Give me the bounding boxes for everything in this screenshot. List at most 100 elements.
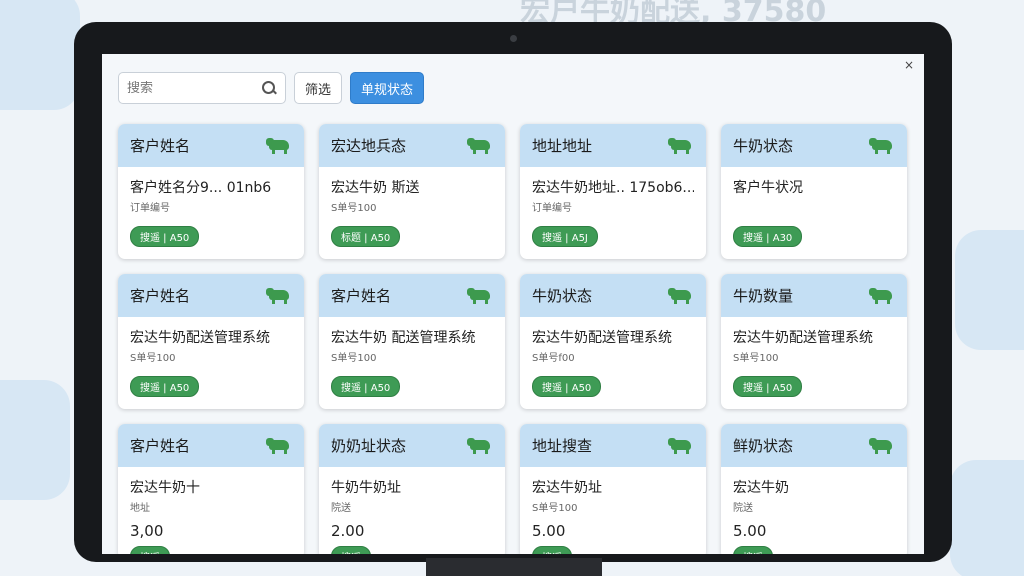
card-body: 客户姓名分9... 01nb6 订单编号 — [118, 167, 304, 214]
card-main-text: 宏达牛奶配送管理系统 — [130, 330, 270, 346]
background-cow-logo — [0, 0, 80, 110]
card-header: 奶奶址状态 — [319, 424, 505, 467]
card-header: 牛奶状态 — [520, 274, 706, 317]
card-body: 宏达牛奶 斯送 S单号100 — [319, 167, 505, 214]
order-card[interactable]: 客户姓名 客户姓名分9... 01nb6 订单编号 搜遥 | A50 — [118, 124, 304, 259]
status-badge[interactable]: 搜遥 | A50 — [130, 376, 200, 397]
status-badge[interactable]: 标题 | A50 — [331, 226, 401, 247]
toolbar: 筛选 单规状态 — [118, 72, 425, 104]
card-sub-text: S单号100 — [130, 353, 176, 364]
card-main-text: 宏达牛奶配送管理系统 — [733, 330, 873, 346]
cow-icon — [266, 437, 292, 454]
card-body: 牛奶牛奶址 院送 2.00 — [319, 467, 505, 540]
card-title: 客户姓名 — [130, 137, 191, 155]
card-header: 鲜奶状态 — [721, 424, 907, 467]
card-body: 宏达牛奶配送管理系统 S单号100 — [118, 317, 304, 364]
card-main-text: 客户牛状况 — [733, 180, 803, 196]
order-card[interactable]: 鲜奶状态 宏达牛奶 院送 5.00 搜遥 — [721, 424, 907, 554]
order-card[interactable]: 牛奶数量 宏达牛奶配送管理系统 S单号100 搜遥 | A50 — [721, 274, 907, 409]
status-badge[interactable]: 搜遥 — [733, 546, 773, 554]
card-main-text: 宏达牛奶址 — [532, 480, 602, 496]
card-title: 地址搜查 — [532, 437, 593, 455]
cow-icon — [668, 137, 694, 154]
background-cow-logo — [950, 460, 1024, 576]
card-value: 5.00 — [733, 522, 767, 540]
order-card[interactable]: 客户姓名 宏达牛奶配送管理系统 S单号100 搜遥 | A50 — [118, 274, 304, 409]
status-badge[interactable]: 搜遥 | A50 — [331, 376, 401, 397]
card-main-text: 宏达牛奶 斯送 — [331, 180, 420, 196]
cow-icon — [266, 137, 292, 154]
status-badge[interactable]: 搜遥 | A50 — [532, 376, 602, 397]
cow-icon — [668, 437, 694, 454]
background-cow-logo — [955, 230, 1024, 350]
card-title: 牛奶数量 — [733, 287, 794, 305]
card-title: 客户姓名 — [130, 437, 191, 455]
card-header: 客户姓名 — [118, 424, 304, 467]
order-card[interactable]: 宏达地兵态 宏达牛奶 斯送 S单号100 标题 | A50 — [319, 124, 505, 259]
status-badge[interactable]: 搜遥 | A50 — [733, 376, 803, 397]
card-sub-text: 订单编号 — [532, 203, 572, 214]
order-card[interactable]: 地址搜查 宏达牛奶址 S单号100 5.00 搜遥 — [520, 424, 706, 554]
card-value: 5.00 — [532, 522, 566, 540]
card-sub-text: S单号100 — [733, 353, 779, 364]
status-badge[interactable]: 搜遥 — [331, 546, 371, 554]
card-body: 宏达牛奶配送管理系统 S单号100 — [721, 317, 907, 364]
monitor: × 筛选 单规状态 客户姓名 客户姓名分9... 01nb6 订单编号 搜遥 |… — [74, 22, 952, 562]
card-sub-text: S单号100 — [532, 503, 578, 514]
card-sub-text: S单号100 — [331, 203, 377, 214]
card-body: 宏达牛奶地址.. 175ob6... 订单编号 — [520, 167, 706, 214]
card-sub-text: 院送 — [331, 503, 351, 514]
card-body: 宏达牛奶址 S单号100 5.00 — [520, 467, 706, 540]
card-title: 客户姓名 — [331, 287, 392, 305]
card-main-text: 宏达牛奶 配送管理系统 — [331, 330, 476, 346]
card-main-text: 宏达牛奶 — [733, 480, 789, 496]
card-title: 地址地址 — [532, 137, 593, 155]
cow-icon — [266, 287, 292, 304]
status-button[interactable]: 单规状态 — [350, 72, 425, 104]
card-header: 牛奶状态 — [721, 124, 907, 167]
close-button[interactable]: × — [902, 58, 916, 72]
search-icon[interactable] — [261, 80, 277, 96]
card-sub-text: S单号100 — [331, 353, 377, 364]
search-input[interactable] — [127, 80, 261, 96]
cow-icon — [869, 437, 895, 454]
order-card[interactable]: 牛奶状态 客户牛状况 搜遥 | A30 — [721, 124, 907, 259]
status-badge[interactable]: 搜遥 | A5J — [532, 226, 598, 247]
order-card[interactable]: 客户姓名 宏达牛奶十 地址 3,00 搜遥 — [118, 424, 304, 554]
cow-icon — [467, 137, 493, 154]
card-header: 客户姓名 — [319, 274, 505, 317]
search-box[interactable] — [118, 72, 286, 104]
order-card[interactable]: 奶奶址状态 牛奶牛奶址 院送 2.00 搜遥 — [319, 424, 505, 554]
card-sub-text: 院送 — [733, 503, 753, 514]
card-title: 宏达地兵态 — [331, 137, 407, 155]
card-main-text: 宏达牛奶配送管理系统 — [532, 330, 672, 346]
order-card[interactable]: 牛奶状态 宏达牛奶配送管理系统 S单号f00 搜遥 | A50 — [520, 274, 706, 409]
status-badge[interactable]: 搜遥 | A50 — [130, 226, 200, 247]
cow-icon — [869, 137, 895, 154]
status-badge[interactable]: 搜遥 | A30 — [733, 226, 803, 247]
card-title: 鲜奶状态 — [733, 437, 794, 455]
order-card[interactable]: 客户姓名 宏达牛奶 配送管理系统 S单号100 搜遥 | A50 — [319, 274, 505, 409]
cow-icon — [467, 437, 493, 454]
card-title: 牛奶状态 — [733, 137, 794, 155]
card-body: 宏达牛奶配送管理系统 S单号f00 — [520, 317, 706, 364]
card-sub-text: S单号f00 — [532, 353, 575, 364]
card-value: 3,00 — [130, 522, 164, 540]
monitor-stand — [426, 558, 602, 576]
card-title: 客户姓名 — [130, 287, 191, 305]
order-card[interactable]: 地址地址 宏达牛奶地址.. 175ob6... 订单编号 搜遥 | A5J — [520, 124, 706, 259]
card-body: 宏达牛奶十 地址 3,00 — [118, 467, 304, 540]
cow-icon — [467, 287, 493, 304]
webcam — [510, 35, 517, 42]
card-main-text: 宏达牛奶十 — [130, 480, 200, 496]
status-badge[interactable]: 搜遥 — [130, 546, 170, 554]
status-badge[interactable]: 搜遥 — [532, 546, 572, 554]
app-screen: × 筛选 单规状态 客户姓名 客户姓名分9... 01nb6 订单编号 搜遥 |… — [102, 54, 924, 554]
filter-button[interactable]: 筛选 — [294, 72, 343, 104]
card-header: 客户姓名 — [118, 124, 304, 167]
card-header: 地址地址 — [520, 124, 706, 167]
card-header: 地址搜查 — [520, 424, 706, 467]
card-body: 客户牛状况 — [721, 167, 907, 197]
card-title: 牛奶状态 — [532, 287, 593, 305]
card-body: 宏达牛奶 院送 5.00 — [721, 467, 907, 540]
